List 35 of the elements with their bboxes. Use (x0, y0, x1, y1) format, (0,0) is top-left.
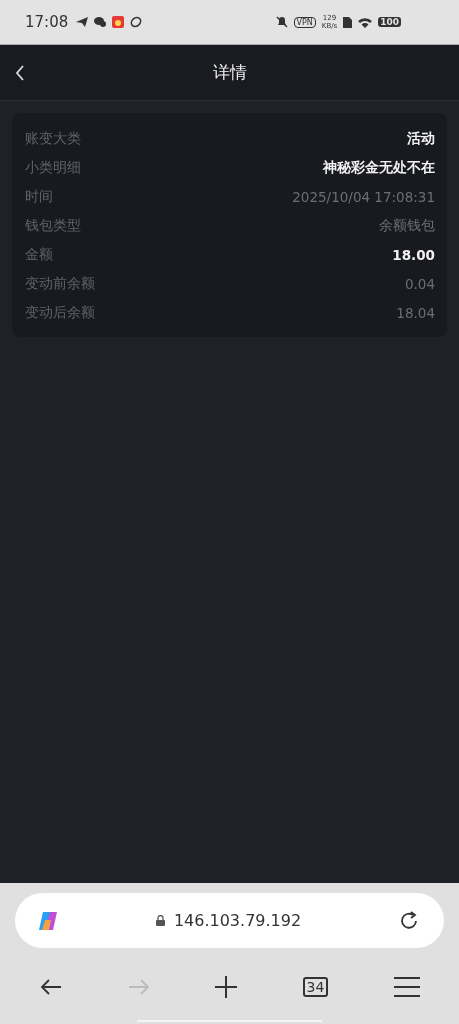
chat-icon (94, 17, 107, 27)
back-arrow-icon[interactable] (40, 978, 62, 996)
detail-value: 余额钱包 (379, 217, 435, 235)
vpn-badge: VPN (293, 16, 316, 28)
send-icon (76, 17, 89, 27)
detail-value: 18.04 (396, 305, 435, 321)
copilot-icon[interactable] (37, 909, 59, 932)
page-title: 详情 (212, 61, 247, 84)
address-bar[interactable]: 146.103.79.192 (15, 893, 444, 948)
status-time: 17:08 (25, 13, 69, 31)
bell-off-icon (275, 16, 288, 28)
loop-icon (130, 16, 143, 28)
detail-value: 活动 (407, 130, 435, 148)
detail-label: 变动后余额 (25, 304, 95, 322)
wifi-icon (358, 16, 373, 28)
menu-icon[interactable] (393, 977, 420, 997)
app-icon (112, 16, 125, 28)
detail-label: 金额 (25, 246, 53, 264)
url-text: 146.103.79.192 (173, 911, 302, 930)
back-icon[interactable] (15, 65, 25, 81)
sim-icon (343, 16, 353, 28)
detail-label: 小类明细 (25, 159, 81, 177)
detail-value: 0.04 (404, 276, 435, 292)
battery-indicator: 100 (378, 17, 401, 27)
detail-label: 钱包类型 (25, 217, 81, 235)
detail-value: 18.00 (392, 247, 435, 263)
detail-value: 2025/10/04 17:08:31 (292, 189, 435, 205)
plus-icon[interactable] (215, 976, 238, 998)
tab-count-button[interactable]: 34 (302, 977, 329, 997)
detail-value: 神秘彩金无处不在 (323, 159, 435, 177)
detail-label: 账变大类 (25, 130, 81, 148)
detail-label: 时间 (25, 188, 53, 206)
lock-icon (155, 915, 165, 926)
reload-icon[interactable] (398, 909, 420, 932)
detail-label: 变动前余额 (25, 275, 95, 293)
